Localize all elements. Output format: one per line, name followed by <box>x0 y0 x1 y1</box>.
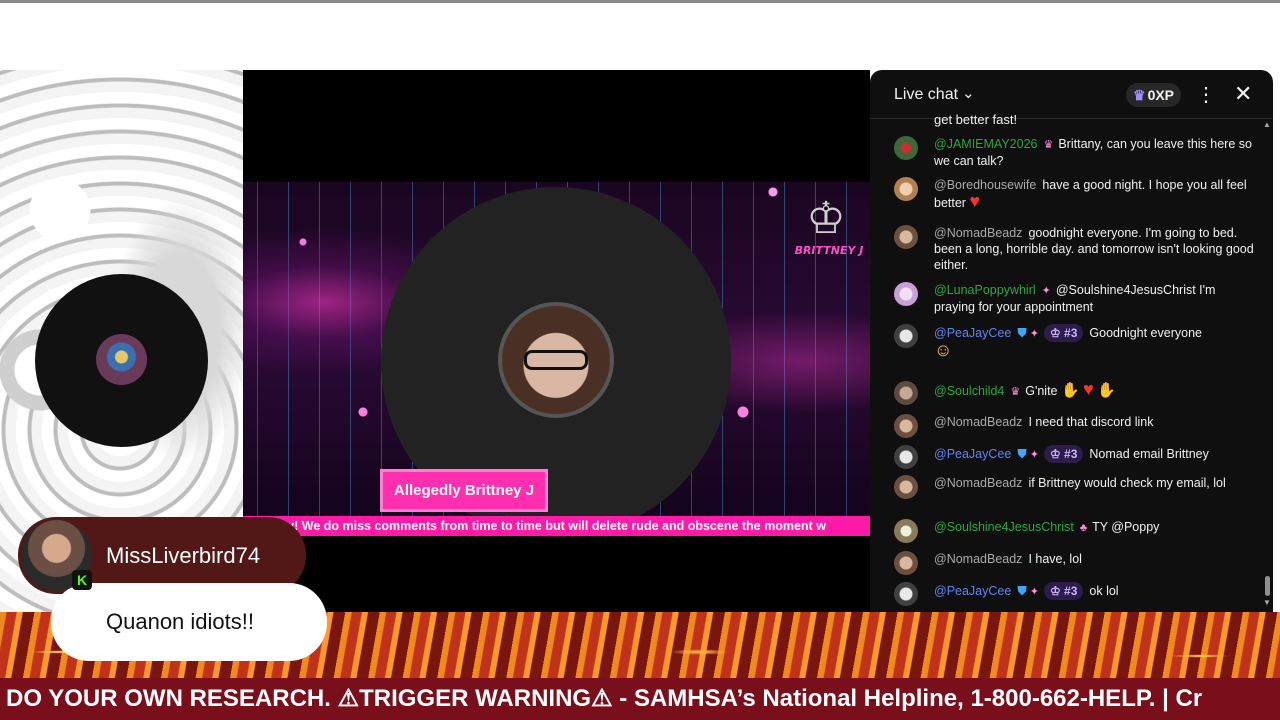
xp-value: 0XP <box>1147 87 1175 103</box>
chat-author[interactable]: @NomadBeadz <box>934 552 1022 566</box>
chat-author[interactable]: @Soulshine4JesusChrist <box>934 520 1074 534</box>
rank-chip: ♔ #3 <box>1043 445 1084 463</box>
chat-author[interactable]: @Soulchild4 <box>934 384 1004 398</box>
member-badge-icon: ♛ <box>1010 386 1021 398</box>
host-glasses <box>524 350 588 370</box>
video-ticker: ty! We do miss comments from time to tim… <box>243 516 870 536</box>
kick-badge-icon: K <box>72 570 92 590</box>
rank-chip: ♔ #3 <box>1043 582 1084 600</box>
close-icon[interactable]: ✕ <box>1234 81 1252 107</box>
chat-text: ok lol <box>1089 584 1119 598</box>
scroll-up-icon[interactable]: ▲ <box>1263 120 1271 129</box>
pray-icon: ✋ <box>1061 382 1080 399</box>
rank-value: #3 <box>1064 584 1078 598</box>
member-badge-icon: ✦ <box>1029 328 1039 340</box>
scroll-down-icon[interactable]: ▼ <box>1263 598 1271 607</box>
chat-author[interactable]: @Boredhousewife <box>934 178 1036 192</box>
chat-author[interactable]: @NomadBeadz <box>934 476 1022 490</box>
pray-icon: ✋ <box>1097 382 1117 399</box>
rank-value: #3 <box>1064 447 1078 461</box>
chat-author[interactable]: @PeaJayCee <box>934 447 1011 461</box>
top-border <box>0 0 1280 3</box>
avatar <box>894 324 918 348</box>
bottom-ticker: DO YOUR OWN RESEARCH. ⚠TRIGGER WARNING⚠ … <box>0 678 1280 720</box>
member-badge-icon: ♛ <box>1043 139 1054 151</box>
verified-icon: ⛊ <box>1017 447 1027 461</box>
chat-author[interactable]: @JAMIEMAY2026 <box>934 137 1037 151</box>
verified-icon: ⛊ <box>1017 584 1027 598</box>
chat-text: Nomad email Brittney <box>1089 447 1209 461</box>
verified-icon: ⛊ <box>1017 326 1027 340</box>
chat-author[interactable]: @PeaJayCee <box>934 326 1011 340</box>
host-name-tag: Allegedly Brittney J <box>380 469 549 512</box>
sleepy-face-icon: ☺ <box>934 340 953 360</box>
live-chat-panel: Live chat ⌄ ♛ 0XP ⋮ ✕ get better fast! @J… <box>870 70 1273 650</box>
member-badge-icon: ✦ <box>1041 285 1051 297</box>
avatar <box>894 519 918 543</box>
rank-chip: ♔ #3 <box>1043 324 1084 342</box>
chat-scrollbar[interactable]: ▲ ▼ <box>1262 120 1272 614</box>
guest-avatar <box>96 334 147 385</box>
video-player[interactable]: ♔ BRITTNEY J Allegedly Brittney J ty! We… <box>243 70 870 650</box>
commenter-name: MissLiverbird74 <box>106 543 261 568</box>
more-vert-icon[interactable]: ⋮ <box>1196 82 1216 107</box>
scroll-thumb[interactable] <box>1265 576 1270 596</box>
avatar <box>894 136 918 160</box>
heart-emoji-icon: ♥ <box>969 191 981 211</box>
avatar <box>894 475 918 499</box>
avatar <box>894 551 918 575</box>
chevron-down-icon[interactable]: ⌄ <box>962 84 975 102</box>
member-badge-icon: ♣ <box>1079 522 1088 534</box>
avatar <box>894 381 918 405</box>
avatar <box>894 582 918 606</box>
xp-badge[interactable]: ♛ 0XP <box>1126 83 1182 107</box>
chat-title[interactable]: Live chat <box>894 86 958 104</box>
avatar <box>894 414 918 438</box>
chat-text: Goodnight everyone <box>1089 326 1202 340</box>
chat-author[interactable]: @LunaPoppywhirl <box>934 283 1036 297</box>
avatar <box>894 282 918 306</box>
rank-value: #3 <box>1064 326 1078 340</box>
chat-text: if Brittney would check my email, lol <box>1028 476 1226 490</box>
avatar <box>894 445 918 469</box>
avatar <box>894 225 918 249</box>
chat-author[interactable]: @NomadBeadz <box>934 415 1022 429</box>
member-badge-icon: ✦ <box>1029 449 1039 461</box>
member-badge-icon: ✦ <box>1029 586 1039 598</box>
chat-text: I need that discord link <box>1028 415 1154 429</box>
video-ticker-text: ty! We do miss comments from time to tim… <box>283 519 826 533</box>
chat-text: I have, lol <box>1028 552 1082 566</box>
chat-text: G'nite <box>1025 384 1058 398</box>
crown-icon: ♛ <box>1133 87 1146 103</box>
cut-off-message: get better fast! <box>934 112 1018 127</box>
bottom-ticker-text: DO YOUR OWN RESEARCH. ⚠TRIGGER WARNING⚠ … <box>6 685 1203 712</box>
avatar <box>894 177 918 201</box>
comment-text: Quanon idiots!! <box>106 609 254 634</box>
chat-header: Live chat ⌄ ♛ 0XP ⋮ ✕ <box>870 70 1273 119</box>
brand-label: BRITTNEY J <box>794 244 864 257</box>
chat-author[interactable]: @PeaJayCee <box>934 584 1011 598</box>
chat-text: TY @Poppy <box>1092 520 1160 534</box>
heart-emoji-icon: ♥ <box>1083 379 1094 399</box>
chat-author[interactable]: @NomadBeadz <box>934 226 1022 240</box>
